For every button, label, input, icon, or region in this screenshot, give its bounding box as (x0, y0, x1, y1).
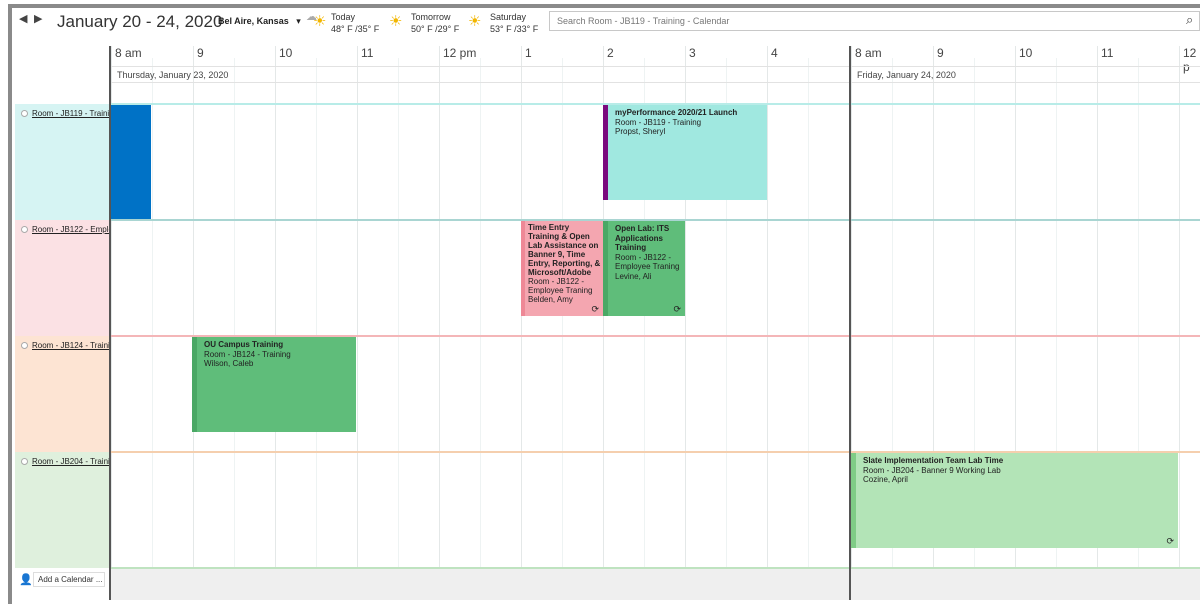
room-row-jb119: Room - JB119 - Training (15, 104, 110, 220)
room-toggle-radio[interactable] (21, 226, 28, 233)
hour-label: 9 (197, 46, 204, 60)
grid-line (562, 58, 563, 600)
previous-week-button[interactable]: ◀ (19, 12, 27, 25)
event-title: Open Lab: ITS Applications Training (615, 224, 670, 252)
recurring-icon: ⟳ (1166, 535, 1174, 546)
grid-line (398, 58, 399, 600)
event-organizer: Propst, Sheryl (615, 127, 666, 136)
hour-label: 3 (689, 46, 696, 60)
partly-sunny-icon: ☀ (313, 13, 327, 30)
event-title: myPerformance 2020/21 Launch (615, 108, 738, 117)
weather-day: Tomorrow (411, 12, 451, 22)
hour-label: 11 (361, 46, 374, 60)
recurring-icon: ⟳ (673, 303, 681, 314)
grid-line (767, 46, 768, 600)
grid-line (1179, 46, 1180, 600)
event-slate-implementation[interactable]: Slate Implementation Team Lab Time Room -… (851, 453, 1178, 548)
hour-label: 9 (937, 46, 944, 60)
weather-today: Today 48° F /35° F (331, 11, 379, 35)
sunny-icon: ☀ (389, 13, 403, 30)
hour-label: 10 (279, 46, 293, 60)
hour-label: 8 am (855, 46, 882, 60)
event-organizer: Levine, Ali (615, 271, 652, 281)
grid-line (357, 46, 358, 600)
add-calendar-input[interactable]: Add a Calendar ... (33, 572, 105, 587)
grid-line (439, 46, 440, 600)
weather-day: Saturday (490, 12, 527, 22)
room-label: Room - JB204 - Training (32, 457, 109, 466)
room-link[interactable]: Room - JB204 - Training (21, 457, 109, 466)
grid-line (521, 46, 522, 600)
address-book-icon[interactable]: 👤 (19, 573, 33, 586)
event-ou-campus-training[interactable]: OU Campus Training Room - JB124 - Trainin… (192, 337, 356, 432)
grid-line (480, 58, 481, 600)
hour-label: 1 (525, 46, 532, 60)
hour-label: 12 pm (443, 46, 477, 60)
hour-label: 11 (1101, 46, 1114, 60)
location-label: Bel Aire, Kansas (218, 16, 289, 26)
hour-label: 8 am (115, 46, 142, 60)
event-room: Room - JB122 - Employee Traning (528, 277, 593, 295)
room-link[interactable]: Room - JB124 - Training (21, 341, 109, 350)
hour-label: 4 (771, 46, 778, 60)
weather-temps: 53° F /33° F (490, 24, 539, 34)
weather-temps: 50° F /29° F (411, 24, 460, 34)
event-title: Time Entry Training & Open Lab Assistanc… (528, 223, 601, 277)
sunny-icon: ☀ (468, 13, 482, 30)
event-title: Slate Implementation Team Lab Time (863, 456, 1004, 465)
grid-line (193, 46, 194, 600)
room-row-jb204: Room - JB204 - Training (15, 452, 110, 568)
grid-line (152, 58, 153, 600)
room-label: Room - JB119 - Training (32, 109, 109, 118)
hour-label: 10 (1019, 46, 1033, 60)
room-link[interactable]: Room - JB119 - Training (21, 109, 109, 118)
event-room: Room - JB204 - Banner 9 Working Lab (863, 465, 1001, 475)
hour-label: 12 p (1183, 46, 1197, 74)
grid-line (234, 58, 235, 600)
recurring-icon: ⟳ (591, 304, 599, 314)
room-toggle-radio[interactable] (21, 110, 28, 117)
event-room: Room - JB122 - Employee Traning (615, 252, 680, 272)
next-week-button[interactable]: ▶ (34, 12, 42, 25)
event-open-lab[interactable]: Open Lab: ITS Applications Training Room … (603, 221, 685, 316)
event-time-entry-training[interactable]: Time Entry Training & Open Lab Assistanc… (521, 221, 603, 316)
search-input[interactable]: Search Room - JB119 - Training - Calenda… (549, 11, 1200, 31)
date-range-title: January 20 - 24, 2020 (57, 12, 223, 31)
day-label-thursday: Thursday, January 23, 2020 (117, 70, 229, 80)
event-organizer: Belden, Amy (528, 295, 573, 304)
weather-saturday: Saturday 53° F /33° F (490, 11, 538, 35)
event-organizer: Cozine, April (863, 475, 908, 484)
hour-label: 2 (607, 46, 614, 60)
event-room: Room - JB124 - Training (204, 349, 291, 359)
room-label: Room - JB124 - Training (32, 341, 109, 350)
event-title: OU Campus Training (204, 340, 284, 349)
search-icon[interactable]: ⌕ (1186, 12, 1193, 28)
event-room: Room - JB119 - Training (615, 117, 702, 127)
weather-temps: 48° F /35° F (331, 24, 380, 34)
grid-line (275, 46, 276, 600)
room-row-jb124: Room - JB124 - Training (15, 336, 110, 452)
grid-line (316, 58, 317, 600)
weather-day: Today (331, 12, 356, 22)
chevron-down-icon: ▾ (296, 16, 301, 26)
room-toggle-radio[interactable] (21, 458, 28, 465)
day-label-friday: Friday, January 24, 2020 (857, 70, 956, 80)
event-organizer: Wilson, Caleb (204, 359, 254, 368)
event-myperformance[interactable]: myPerformance 2020/21 Launch Room - JB119… (603, 105, 767, 200)
add-calendar-area (110, 569, 1200, 600)
room-link[interactable]: Room - JB122 - Employee Traning (21, 225, 109, 234)
room-label: Room - JB122 - Employee Traning (32, 225, 109, 234)
location-selector[interactable]: Bel Aire, Kansas ▾ (218, 16, 301, 27)
room-toggle-radio[interactable] (21, 342, 28, 349)
weather-tomorrow: Tomorrow 50° F /29° F (411, 11, 459, 35)
room-row-jb122: Room - JB122 - Employee Traning (15, 220, 110, 336)
grid-line (808, 58, 809, 600)
busy-block[interactable] (111, 105, 151, 219)
